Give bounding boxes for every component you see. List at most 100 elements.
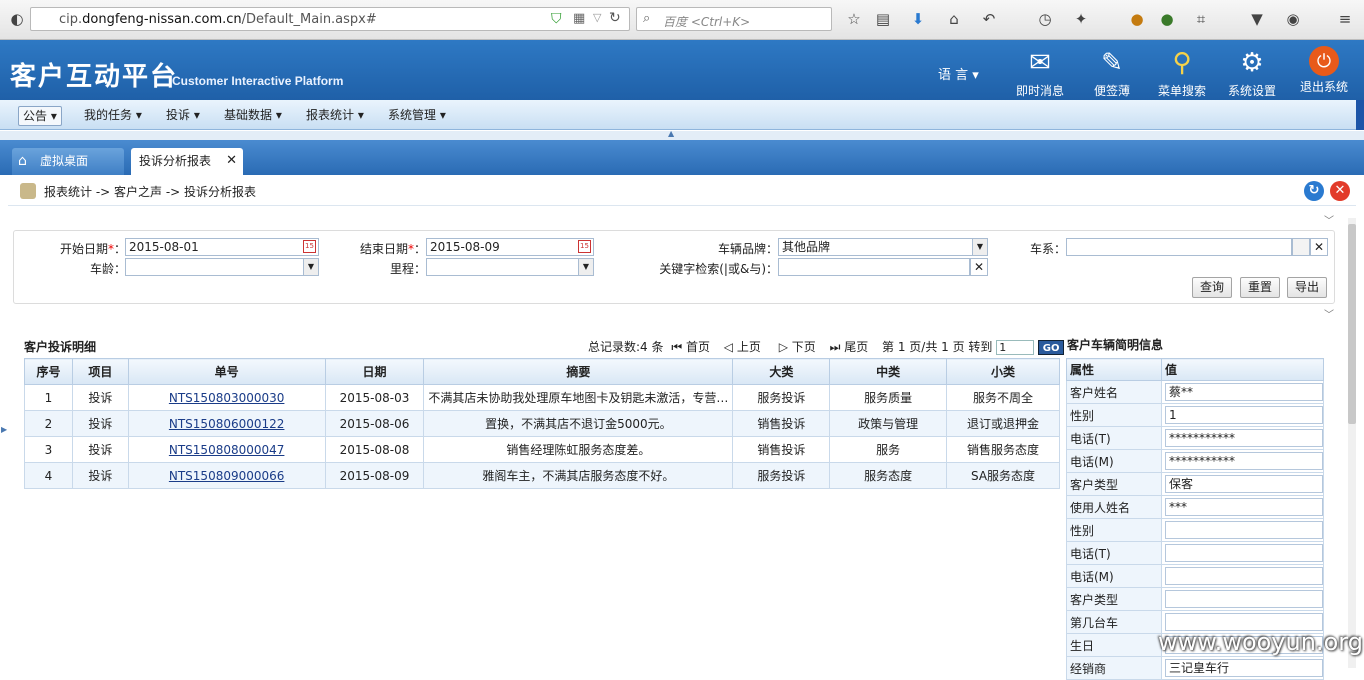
reload-icon[interactable]: ↻ [609, 10, 621, 26]
search-input[interactable]: 百度 <Ctrl+K> [663, 13, 750, 30]
chevron-down-icon[interactable]: ▼ [972, 239, 987, 255]
history-icon[interactable]: ◷ [1036, 10, 1054, 28]
collapse-up-icon[interactable]: ▲ [668, 129, 674, 138]
table-row[interactable]: 4 投诉 NTS150809000066 2015-08-09 雅阁车主，不满其… [24, 462, 1060, 489]
cell-subcategory: 政策与管理 [829, 410, 948, 437]
column-header[interactable]: 单号 [127, 358, 326, 385]
menu-my-tasks[interactable]: 我的任务 ▾ [80, 106, 146, 126]
keyword-field[interactable] [778, 258, 970, 276]
addon-icon[interactable]: ● [1158, 10, 1176, 28]
collapse-filter-icon[interactable]: ﹀ [1324, 212, 1334, 227]
order-link[interactable]: NTS150808000047 [169, 443, 285, 457]
attr-cell: 蔡** [1161, 380, 1324, 404]
menu-announcement[interactable]: 公告 ▾ [18, 106, 62, 126]
notepad-button[interactable]: ✎ 便签薄 [1082, 46, 1142, 99]
clear-icon[interactable]: ✕ [1310, 238, 1328, 256]
column-header[interactable]: 日期 [324, 358, 425, 385]
column-header[interactable]: 项目 [71, 358, 129, 385]
attr-value[interactable]: 保客 [1165, 475, 1323, 493]
goto-page-input[interactable]: 1 [996, 340, 1035, 355]
menu-icon[interactable]: ≡ [1336, 10, 1354, 28]
column-header[interactable]: 大类 [732, 358, 831, 385]
close-tab-icon[interactable]: ✕ [226, 148, 237, 174]
save-page-icon[interactable]: ▼ [1248, 10, 1266, 28]
end-date-field[interactable]: 2015-08-09 15 [426, 238, 594, 256]
calendar-icon[interactable]: 15 [578, 240, 591, 253]
table-row[interactable]: 1 投诉 NTS150803000030 2015-08-03 不满其店未协助我… [24, 384, 1060, 411]
instant-message-button[interactable]: ✉ 即时消息 [1010, 46, 1070, 99]
series-picker-button[interactable] [1292, 238, 1310, 256]
attr-value[interactable] [1165, 521, 1323, 539]
column-header[interactable]: 中类 [829, 358, 948, 385]
menu-collapse-strip[interactable]: ▲ [0, 129, 1364, 140]
attr-value[interactable]: *** [1165, 498, 1323, 516]
close-icon[interactable]: ✕ [1330, 181, 1350, 201]
last-page-link[interactable]: ⏭ 尾页 [830, 340, 869, 354]
column-header[interactable]: 小类 [946, 358, 1060, 385]
collapse-results-icon[interactable]: ﹀ [1324, 306, 1334, 321]
chevron-down-icon[interactable]: ▼ [578, 259, 593, 275]
series-field[interactable] [1066, 238, 1292, 256]
start-date-field[interactable]: 2015-08-01 15 [125, 238, 319, 256]
chevron-down-icon[interactable]: ▽ [593, 11, 601, 24]
table-row[interactable]: 2 投诉 NTS150806000122 2015-08-06 置换，不满其店不… [24, 410, 1060, 437]
site-info-icon[interactable]: ◐ [8, 10, 26, 28]
search-bar[interactable]: ⌕ 百度 <Ctrl+K> [636, 7, 832, 31]
undo-icon[interactable]: ↶ [980, 10, 998, 28]
reset-button[interactable]: 重置 [1240, 277, 1280, 298]
table-row[interactable]: 3 投诉 NTS150808000047 2015-08-08 销售经理陈虹服务… [24, 436, 1060, 463]
attr-value[interactable] [1165, 544, 1323, 562]
go-button[interactable]: GO [1038, 340, 1065, 355]
vertical-scrollbar[interactable] [1348, 218, 1356, 668]
order-link[interactable]: NTS150809000066 [169, 469, 285, 483]
tab-complaint-report[interactable]: 投诉分析报表 ✕ [131, 148, 243, 175]
cell-date: 2015-08-09 [324, 462, 425, 489]
tab-virtual-desktop[interactable]: ⌂ 虚拟桌面 [12, 148, 124, 175]
attr-value[interactable]: *********** [1165, 452, 1323, 470]
chevron-down-icon[interactable]: ▼ [303, 259, 318, 275]
language-selector[interactable]: 语 言 ▾ [938, 64, 979, 83]
attr-value[interactable]: 1 [1165, 406, 1323, 424]
reading-list-icon[interactable]: ▤ [874, 10, 892, 28]
clear-icon[interactable]: ✕ [970, 258, 988, 276]
refresh-icon[interactable]: ↻ [1304, 181, 1324, 201]
export-button[interactable]: 导出 [1287, 277, 1327, 298]
attr-value[interactable]: 三记皇车行 [1165, 659, 1323, 677]
order-link[interactable]: NTS150803000030 [169, 391, 285, 405]
mileage-select[interactable]: ▼ [426, 258, 594, 276]
bookmark-star-icon[interactable]: ☆ [845, 10, 863, 28]
attr-value[interactable] [1165, 567, 1323, 585]
column-header[interactable]: 序号 [24, 358, 73, 385]
first-page-link[interactable]: ⏮ 首页 [671, 340, 710, 354]
calendar-icon[interactable]: 15 [303, 240, 316, 253]
next-page-link[interactable]: ▷ 下页 [779, 340, 816, 354]
download-icon[interactable]: ⬇ [909, 10, 927, 28]
cell-subcategory: 服务 [829, 436, 948, 463]
home-icon[interactable]: ⌂ [945, 10, 963, 28]
expand-left-icon[interactable]: ▶ [1, 425, 7, 434]
menu-system[interactable]: 系统管理 ▾ [384, 106, 450, 126]
scrollbar-thumb[interactable] [1348, 224, 1356, 424]
attr-value[interactable] [1165, 590, 1323, 608]
system-settings-button[interactable]: ⚙ 系统设置 [1222, 46, 1282, 99]
avatar-icon[interactable]: ● [1128, 10, 1146, 28]
order-link[interactable]: NTS150806000122 [169, 417, 285, 431]
prev-page-link[interactable]: ◁ 上页 [724, 340, 761, 354]
qr-code-icon[interactable]: ▦ [573, 11, 585, 26]
crop-icon[interactable]: ⌗ [1192, 10, 1210, 28]
query-button[interactable]: 查询 [1192, 277, 1232, 298]
extension-icon[interactable]: ✦ [1072, 10, 1090, 28]
shield-icon[interactable]: ⛉ [551, 11, 562, 27]
attr-value[interactable]: 蔡** [1165, 383, 1323, 401]
menu-reports[interactable]: 报表统计 ▾ [302, 106, 368, 126]
logout-button[interactable]: ⏻ 退出系统 [1294, 46, 1354, 95]
attr-value[interactable]: *********** [1165, 429, 1323, 447]
menu-complaints[interactable]: 投诉 ▾ [162, 106, 204, 126]
menu-search-button[interactable]: ⚲ 菜单搜索 [1152, 46, 1212, 99]
url-bar[interactable]: cip.dongfeng-nissan.com.cn/Default_Main.… [30, 7, 630, 31]
column-header[interactable]: 摘要 [423, 358, 734, 385]
brand-select[interactable]: 其他品牌 ▼ [778, 238, 988, 256]
menu-base-data[interactable]: 基础数据 ▾ [220, 106, 286, 126]
vehicle-age-select[interactable]: ▼ [125, 258, 319, 276]
globe-icon[interactable]: ◉ [1284, 10, 1302, 28]
